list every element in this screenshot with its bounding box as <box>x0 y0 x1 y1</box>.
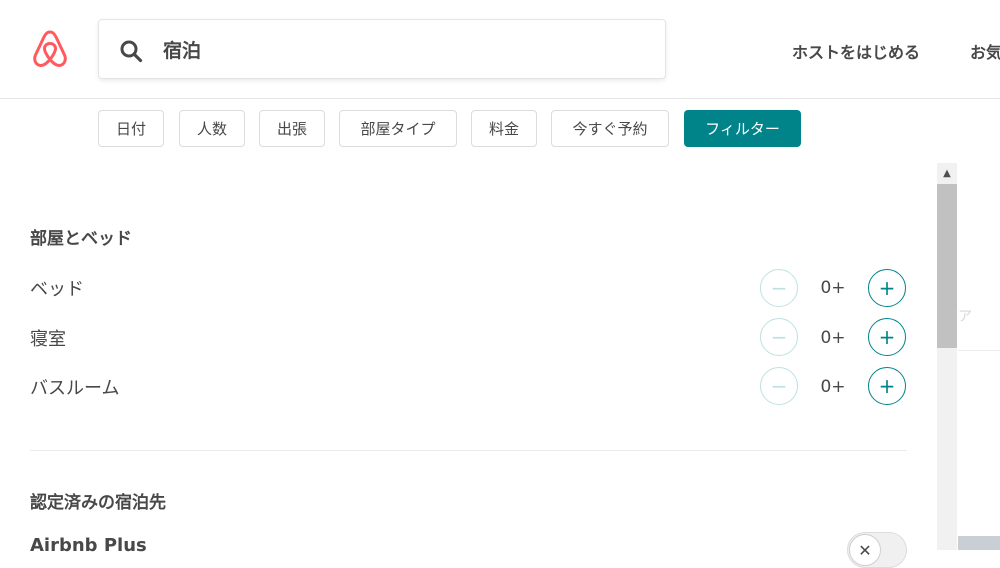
beds-count: 0+ <box>820 278 846 298</box>
minus-icon: − <box>770 276 788 300</box>
filter-dates-button[interactable]: 日付 <box>98 110 164 147</box>
rooms-beds-heading: 部屋とベッド <box>30 229 132 249</box>
bathrooms-count: 0+ <box>820 377 846 397</box>
search-input[interactable]: 宿泊 <box>98 19 666 79</box>
filter-more-filters-button[interactable]: フィルター <box>684 110 801 147</box>
bedrooms-label: 寝室 <box>30 329 66 350</box>
filter-room-type-button[interactable]: 部屋タイプ <box>339 110 457 147</box>
nav-favorites[interactable]: お気 <box>970 39 1000 63</box>
bedrooms-decrement-button[interactable]: − <box>760 318 798 356</box>
background-divider <box>958 350 1000 351</box>
top-header: 宿泊 ホストをはじめる お気 <box>0 0 1000 99</box>
plus-icon: + <box>878 325 896 349</box>
bathrooms-decrement-button[interactable]: − <box>760 367 798 405</box>
minus-icon: − <box>770 325 788 349</box>
airbnb-logo-icon[interactable] <box>30 28 70 70</box>
beds-label: ベッド <box>30 279 84 300</box>
scroll-up-arrow-icon[interactable]: ▲ <box>937 163 957 183</box>
beds-decrement-button[interactable]: − <box>760 269 798 307</box>
background-listing-text: ア <box>958 309 972 325</box>
scrollbar-thumb[interactable] <box>937 184 957 348</box>
toggle-off-icon: ✕ <box>849 534 881 566</box>
bathrooms-label: バスルーム <box>30 378 120 399</box>
filter-price-button[interactable]: 料金 <box>471 110 537 147</box>
verified-stays-heading: 認定済みの宿泊先 <box>30 493 166 513</box>
airbnb-plus-toggle[interactable]: ✕ <box>847 532 907 568</box>
background-listing-image <box>958 536 1000 550</box>
plus-icon: + <box>878 374 896 398</box>
bedrooms-count: 0+ <box>820 328 846 348</box>
bathrooms-increment-button[interactable]: + <box>868 367 906 405</box>
search-icon <box>120 40 143 63</box>
filter-business-button[interactable]: 出張 <box>259 110 325 147</box>
nav-become-host[interactable]: ホストをはじめる <box>792 39 920 63</box>
plus-icon: + <box>878 276 896 300</box>
airbnb-plus-label: Airbnb Plus <box>30 535 147 556</box>
beds-increment-button[interactable]: + <box>868 269 906 307</box>
search-value: 宿泊 <box>163 40 202 62</box>
filter-instant-book-button[interactable]: 今すぐ予約 <box>551 110 669 147</box>
section-divider <box>30 450 907 451</box>
bedrooms-increment-button[interactable]: + <box>868 318 906 356</box>
filter-guests-button[interactable]: 人数 <box>179 110 245 147</box>
minus-icon: − <box>770 374 788 398</box>
